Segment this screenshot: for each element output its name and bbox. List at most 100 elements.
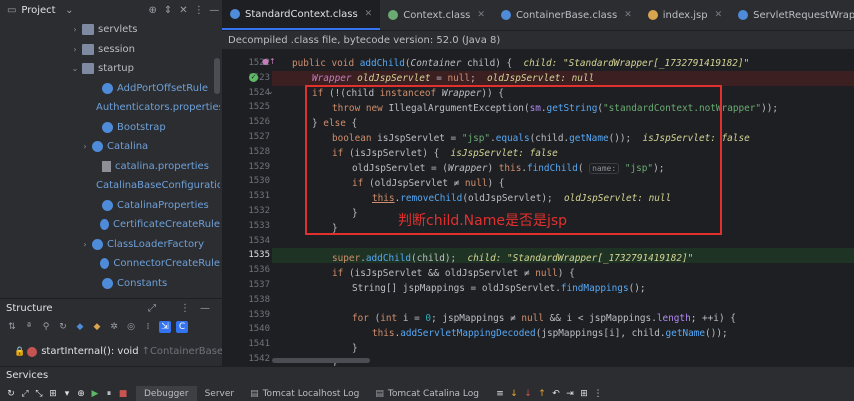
tree-item[interactable]: CertificateCreateRule — [0, 215, 220, 234]
tree-item[interactable]: CatalinaProperties — [0, 196, 220, 215]
line-number[interactable]: 1531 — [222, 189, 270, 204]
breakpoint-check-icon[interactable]: ✓ — [249, 73, 258, 82]
line-number[interactable]: 1524 — [222, 86, 270, 101]
line-number[interactable]: 1527 — [222, 130, 270, 145]
locate-icon[interactable]: ⊕ — [145, 5, 160, 16]
file-type-icon — [500, 10, 511, 20]
pin-icon[interactable]: ⊕ — [74, 389, 88, 399]
line-number[interactable]: 1528 — [222, 145, 270, 160]
editor-tab[interactable]: StandardContext.class ✕ — [222, 0, 381, 30]
tree-item-label: startup — [98, 63, 134, 74]
tree-item[interactable]: ⌄ startup — [0, 59, 220, 78]
collapse-icon[interactable]: ⤡ — [32, 389, 46, 399]
line-number[interactable]: 1536 — [222, 263, 270, 278]
step-out-icon[interactable]: ↑ — [535, 389, 549, 399]
run-to-cursor-icon[interactable]: ⇥ — [563, 389, 577, 399]
chevron-right-icon[interactable]: › — [70, 45, 80, 54]
line-number[interactable]: 1535 — [222, 248, 270, 263]
property-icon[interactable]: ◆ — [91, 321, 103, 333]
group-icon[interactable]: ⊞ — [46, 389, 60, 399]
fold-icon[interactable]: ⌄ — [267, 87, 274, 96]
tree-item[interactable]: › Catalina — [0, 137, 220, 156]
rerun-icon[interactable]: ↻ — [4, 389, 18, 399]
services-tab[interactable]: Debugger — [136, 386, 197, 401]
services-tab[interactable]: ▤ Tomcat Catalina Log — [367, 386, 487, 401]
expand-icon[interactable]: ⇕ — [160, 5, 175, 16]
line-number[interactable]: 1530 — [222, 174, 270, 189]
line-number[interactable]: 1534 — [222, 234, 270, 249]
expand-icon[interactable]: ⤢ — [148, 303, 156, 314]
minimize-icon[interactable]: — — [200, 303, 210, 314]
line-number[interactable]: 1539 — [222, 308, 270, 323]
editor-tab[interactable]: Context.class ✕ — [380, 0, 493, 30]
tree-item[interactable]: Constants — [0, 274, 220, 293]
more-icon[interactable]: ⋮ — [191, 5, 206, 16]
horizontal-scrollbar[interactable] — [272, 358, 370, 363]
line-number[interactable]: 1540 — [222, 322, 270, 337]
close-icon[interactable]: ✕ — [715, 10, 723, 20]
chevron-down-icon[interactable]: ⌄ — [62, 5, 77, 16]
tree-item[interactable]: › session — [0, 40, 220, 59]
tree-item[interactable]: Bootstrap — [0, 118, 220, 137]
close-icon[interactable]: ✕ — [365, 9, 373, 19]
services-tab[interactable]: ▤ Tomcat Localhost Log — [242, 386, 367, 401]
line-number[interactable]: 1537 — [222, 278, 270, 293]
editor-tab[interactable]: index.jsp ✕ — [640, 0, 730, 30]
anonymous-icon[interactable]: ◎ — [125, 321, 137, 333]
tree-item[interactable]: › servlets — [0, 20, 220, 39]
filter-icon[interactable]: ⁞ — [142, 321, 154, 333]
chevron-right-icon[interactable]: › — [80, 240, 90, 249]
drop-frame-icon[interactable]: ↶ — [549, 389, 563, 399]
tree-item[interactable]: › ClassLoaderFactory — [0, 235, 220, 254]
tree-item[interactable]: ConnectorCreateRule — [0, 254, 220, 273]
editor-tab[interactable]: ServletRequestWrapper.class✕ — [730, 0, 854, 30]
sort-icon[interactable]: ⇅ — [6, 321, 18, 333]
line-number[interactable]: 1525 — [222, 100, 270, 115]
resume-icon[interactable]: ▶ — [88, 389, 102, 399]
tree-item[interactable]: AddPortOffsetRule — [0, 79, 220, 98]
evaluate-icon[interactable]: ⊞ — [577, 389, 591, 399]
force-step-into-icon[interactable]: ↓ — [521, 389, 535, 399]
chevron-right-icon[interactable]: › — [80, 142, 90, 151]
lambda-icon[interactable]: ✲ — [108, 321, 120, 333]
structure-item[interactable]: 🔒 startInternal(): void ↑ContainerBase — [14, 346, 223, 357]
collapse-icon[interactable]: ✕ — [176, 5, 191, 16]
close-icon[interactable]: ✕ — [477, 10, 485, 20]
line-number[interactable]: 1529 — [222, 160, 270, 175]
line-number[interactable]: 1523 — [222, 71, 270, 86]
more-icon[interactable]: ⋮ — [180, 303, 190, 314]
line-number[interactable]: 1533 — [222, 219, 270, 234]
chevron-down-icon[interactable]: ⌄ — [70, 64, 80, 73]
implements-icon[interactable]: ●↑ — [262, 57, 276, 66]
line-number[interactable]: 1532 — [222, 204, 270, 219]
tree-item-label: Bootstrap — [117, 121, 166, 133]
tree-item[interactable]: Authenticators.properties — [0, 98, 220, 117]
expand-icon[interactable]: ⤢ — [18, 389, 32, 399]
fields-icon[interactable]: ⚲ — [40, 321, 52, 333]
step-into-icon[interactable]: ↓ — [507, 389, 521, 399]
filter-icon[interactable]: ▾ — [60, 389, 74, 399]
line-number[interactable]: 1541 — [222, 337, 270, 352]
minimize-icon[interactable]: — — [207, 5, 222, 16]
editor-tab[interactable]: ContainerBase.class ✕ — [493, 0, 640, 30]
class-icon[interactable]: C — [176, 321, 188, 333]
project-scrollbar[interactable] — [214, 58, 220, 94]
debugger-toolbar: ↻ ⤢ ⤡ ⊞ ▾ ⊕ ▶ ⏸ ■ Debugger Server ▤ Tomcat … — [0, 386, 854, 401]
pause-icon[interactable]: ⏸ — [102, 389, 116, 399]
inherited-icon[interactable]: ↻ — [57, 321, 69, 333]
navigate-icon[interactable]: ⇲ — [159, 321, 171, 333]
sort-alpha-icon[interactable]: ª — [23, 321, 35, 333]
tree-item[interactable]: CatalinaBaseConfigurationSo — [0, 176, 220, 195]
stop-icon[interactable]: ■ — [116, 389, 130, 399]
close-icon[interactable]: ✕ — [624, 10, 632, 20]
services-tab[interactable]: Server — [197, 386, 243, 401]
project-title[interactable]: Project — [21, 5, 55, 16]
line-number[interactable]: 1542 — [222, 352, 270, 366]
step-over-icon[interactable]: ≡ — [493, 389, 507, 399]
line-number[interactable]: 1538 — [222, 293, 270, 308]
tag-icon[interactable]: ◆ — [74, 321, 86, 333]
more-icon[interactable]: ⋮ — [591, 389, 605, 399]
tree-item[interactable]: catalina.properties — [0, 157, 220, 176]
line-number[interactable]: 1526 — [222, 115, 270, 130]
chevron-right-icon[interactable]: › — [70, 25, 80, 34]
